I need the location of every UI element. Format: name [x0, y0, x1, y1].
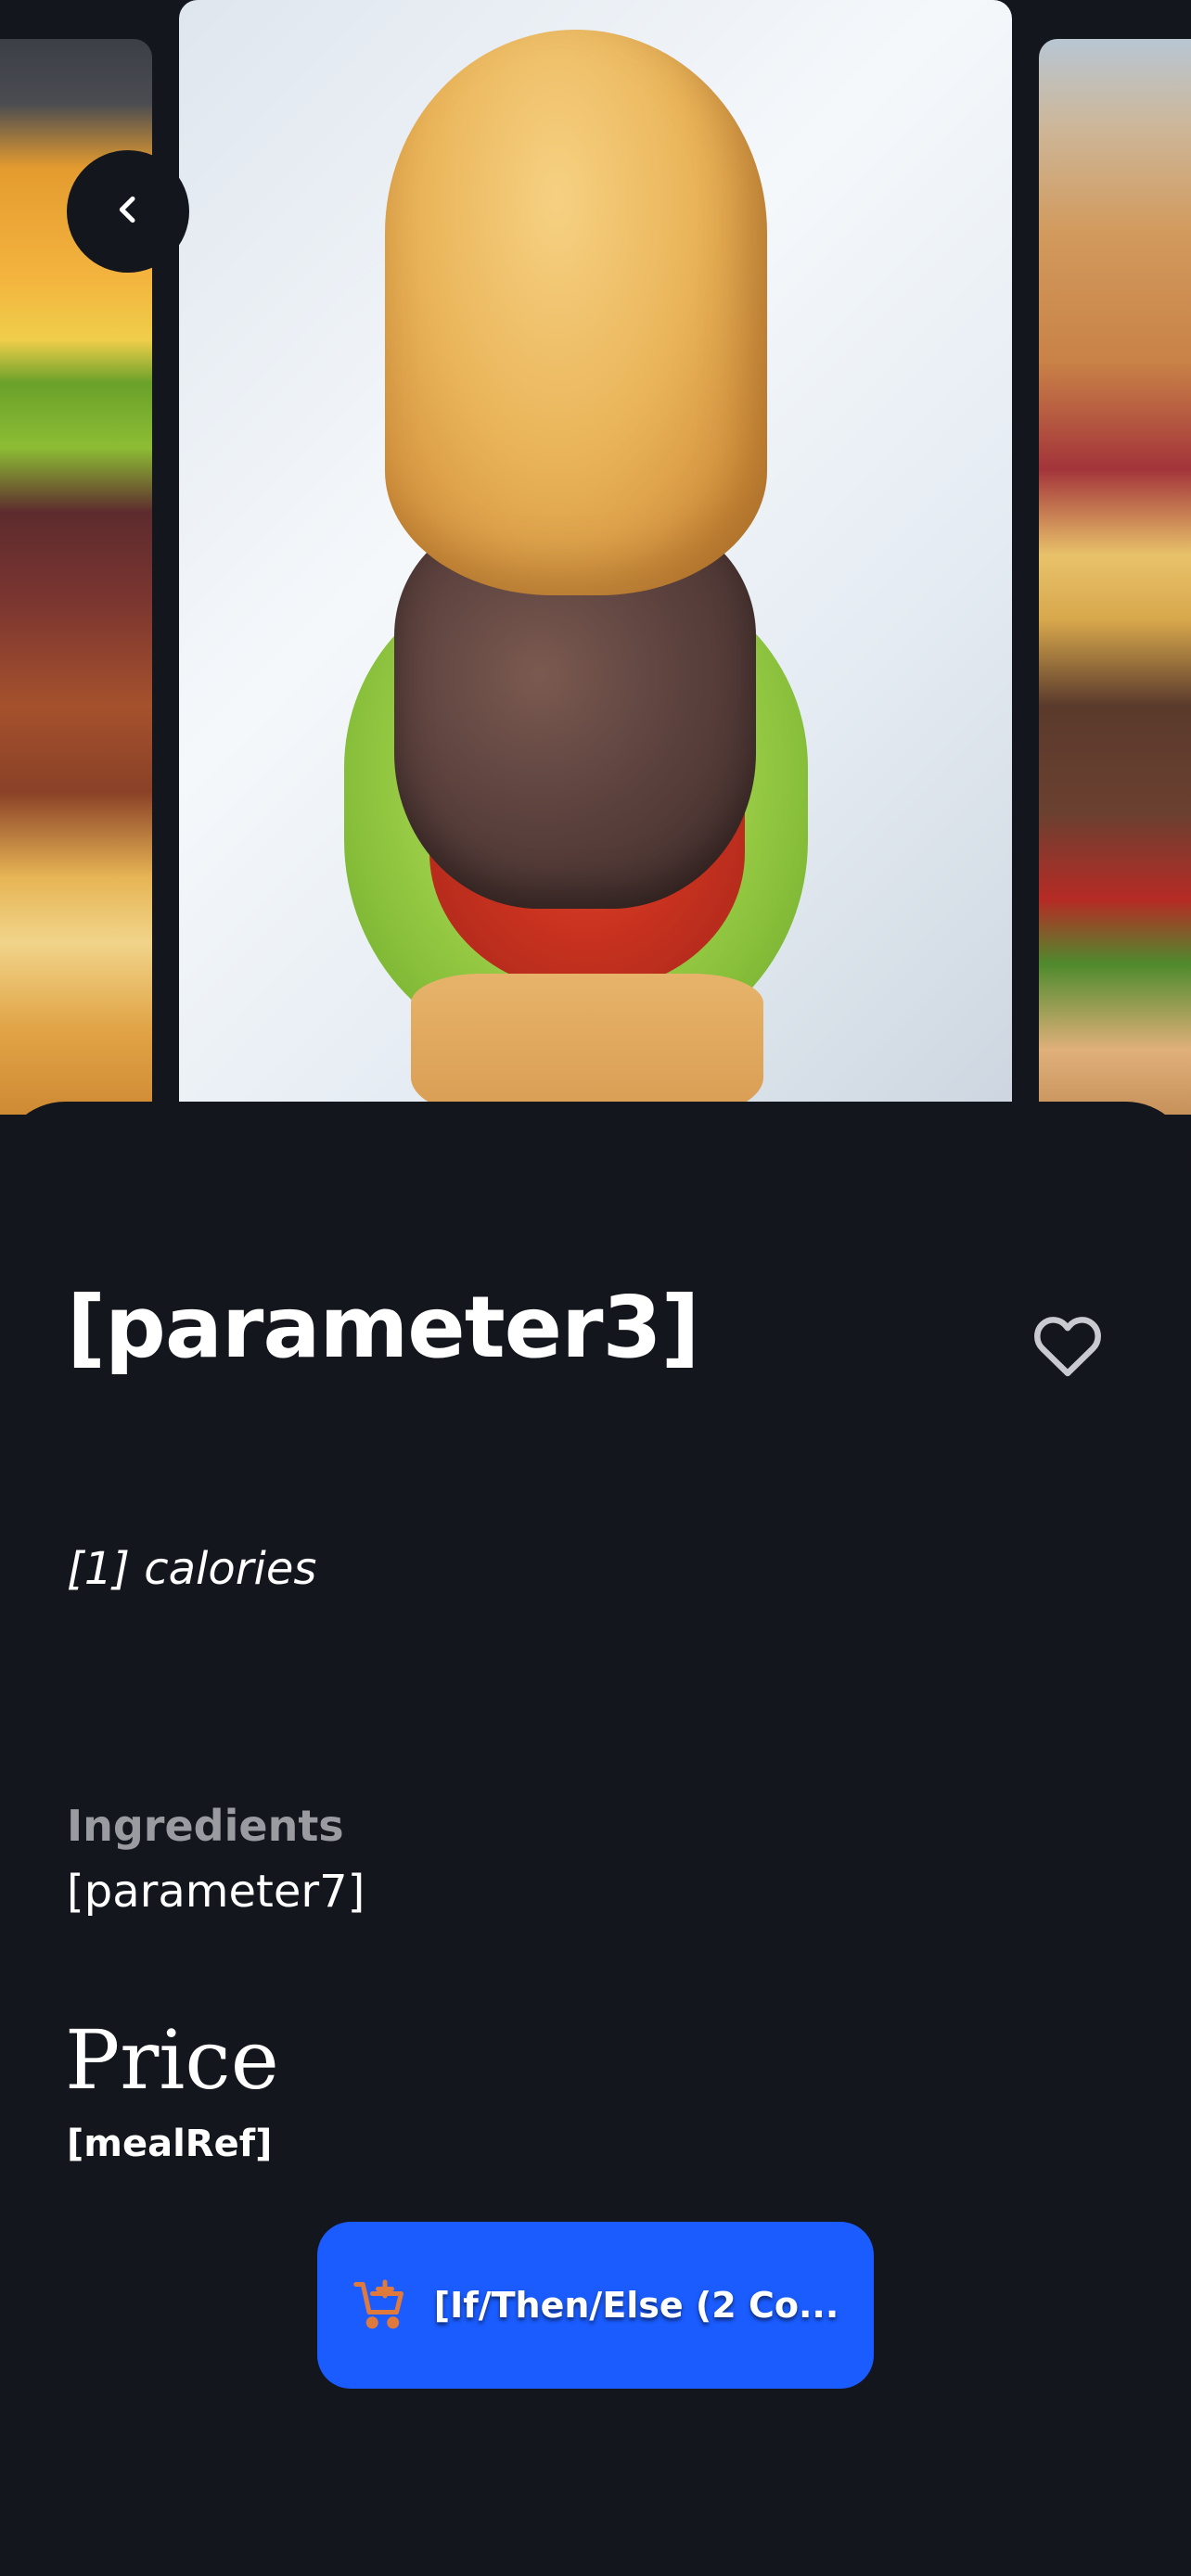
carousel-slide-next[interactable]: [1039, 39, 1191, 1115]
back-button[interactable]: [67, 150, 189, 273]
burger-bun-image: [385, 30, 767, 595]
burger-bottom-bun-image: [411, 974, 763, 1113]
price-value: [mealRef]: [67, 2123, 273, 2165]
carousel-slide-current[interactable]: [179, 0, 1012, 1113]
chevron-left-icon: [109, 191, 147, 233]
ingredients-value: [parameter7]: [67, 1866, 365, 1918]
ingredients-heading: Ingredients: [67, 1801, 344, 1851]
meal-detail-screen: [parameter3] [1] calories Ingredients [p…: [0, 0, 1191, 2576]
add-to-cart-label: [If/Then/Else (2 Co...: [433, 2285, 839, 2326]
heart-outline-icon: [1031, 1317, 1104, 1382]
calories-text: [1] calories: [67, 1543, 317, 1595]
cart-add-icon: [352, 2277, 408, 2333]
favorite-button[interactable]: [1031, 1311, 1104, 1378]
price-heading: Price: [65, 2012, 279, 2108]
meal-image-carousel[interactable]: [0, 0, 1191, 1150]
add-to-cart-button[interactable]: [If/Then/Else (2 Co...: [317, 2222, 874, 2389]
meal-title: [parameter3]: [67, 1278, 700, 1377]
